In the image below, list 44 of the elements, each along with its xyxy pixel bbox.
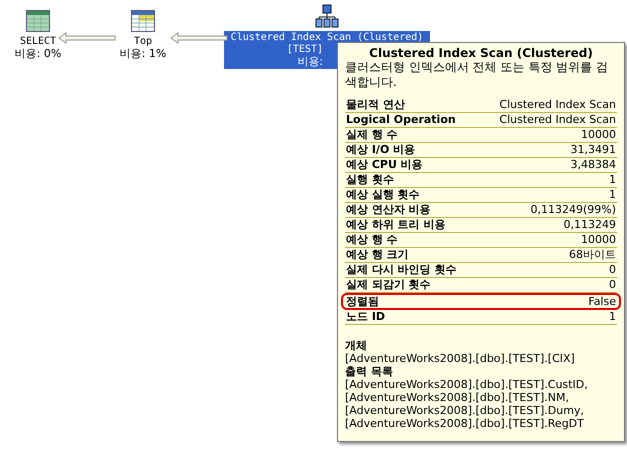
property-name: Logical Operation	[346, 113, 456, 127]
property-name: 실제 다시 바인딩 횟수	[346, 263, 456, 277]
table-icon[interactable]	[131, 10, 155, 32]
section-line: [AdventureWorks2008].[dbo].[TEST].NM,	[345, 391, 570, 404]
property-name: 예상 행 크기	[346, 248, 409, 262]
property-name: 예상 하위 트리 비용	[346, 218, 446, 232]
property-name: 실행 횟수	[346, 173, 394, 187]
index-scan-icon[interactable]	[315, 4, 339, 28]
property-name: 실제 행 수	[346, 128, 398, 142]
property-name: 정렬됨	[346, 295, 379, 308]
section-heading: 개체	[345, 339, 368, 352]
property-value: 0	[609, 263, 616, 277]
property-value: False	[588, 295, 616, 308]
arrow-icon	[58, 32, 116, 44]
table-icon[interactable]	[26, 10, 50, 32]
property-value: 31,3491	[570, 143, 616, 157]
property-value: 68바이트	[569, 248, 616, 262]
property-name: 예상 실행 횟수	[346, 188, 420, 202]
property-name: 노드 ID	[346, 310, 386, 324]
property-name: 예상 행 수	[346, 233, 398, 247]
property-value: 0,113249(99%)	[530, 203, 616, 217]
property-value: 10000	[581, 128, 616, 142]
arrow-icon	[170, 32, 228, 44]
property-name: 예상 I/O 비용	[346, 143, 416, 157]
section-line: [AdventureWorks2008].[dbo].[TEST].Dumy,	[345, 404, 585, 417]
property-value: Clustered Index Scan	[499, 113, 616, 127]
property-value: 1	[609, 173, 616, 187]
section-line: [AdventureWorks2008].[dbo].[TEST].CustID,	[345, 378, 589, 391]
property-value: 0,113249	[564, 218, 616, 232]
property-name: 예상 연산자 비용	[346, 203, 431, 217]
node-label[interactable]: SELECT 비용: 0%	[12, 35, 64, 61]
property-value: 0	[609, 278, 616, 292]
property-name: 물리적 연산	[346, 98, 405, 112]
property-value: 1	[609, 188, 616, 202]
property-value: 1	[609, 310, 616, 324]
property-name: 예상 CPU 비용	[346, 158, 423, 172]
section-heading: 출력 목록	[345, 365, 394, 378]
property-value: Clustered Index Scan	[499, 98, 616, 112]
property-value: 10000	[581, 233, 616, 247]
property-value: 3,48384	[570, 158, 616, 172]
section-line: [AdventureWorks2008].[dbo].[TEST].RegDT	[345, 417, 585, 430]
property-name: 실제 되감기 횟수	[346, 278, 431, 292]
section-line: [AdventureWorks2008].[dbo].[TEST].[CIX]	[345, 352, 576, 365]
node-label[interactable]: Top 비용: 1%	[116, 35, 170, 61]
